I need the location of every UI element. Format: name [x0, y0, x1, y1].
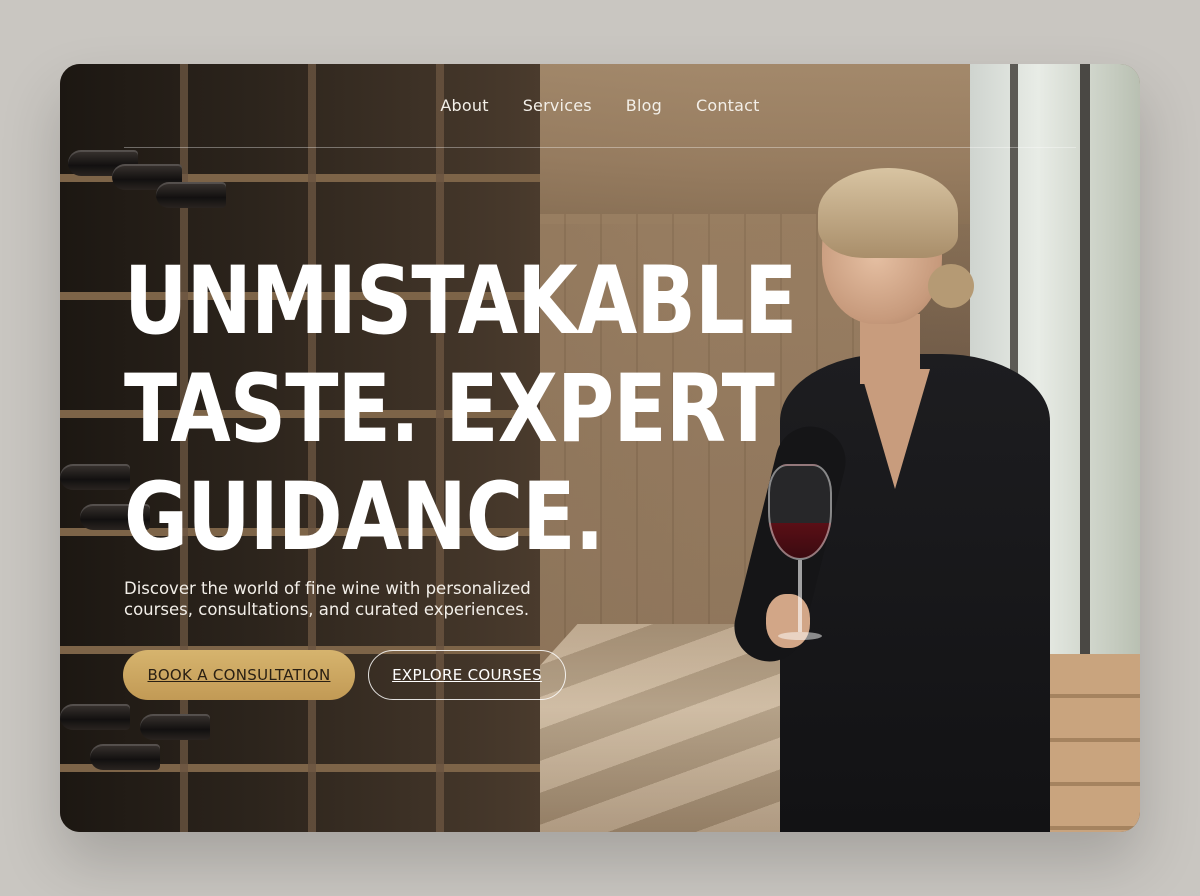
- hero-headline: UNMISTAKABLE TASTE. EXPERT GUIDANCE.: [124, 247, 797, 572]
- wine-bottle: [60, 464, 130, 490]
- explore-courses-button[interactable]: EXPLORE COURSES: [368, 650, 566, 700]
- wine-bottle: [90, 744, 160, 770]
- wine-bottle: [140, 714, 210, 740]
- nav-link-blog[interactable]: Blog: [626, 96, 662, 115]
- headline-line-3: GUIDANCE.: [124, 463, 604, 572]
- nav-link-contact[interactable]: Contact: [696, 96, 760, 115]
- nav-link-about[interactable]: About: [440, 96, 488, 115]
- wine-bottle: [156, 182, 226, 208]
- hero-card: About Services Blog Contact UNMISTAKABLE…: [60, 64, 1140, 832]
- headline-line-2: TASTE. EXPERT: [124, 355, 775, 464]
- nav-divider: [124, 147, 1076, 148]
- headline-line-1: UNMISTAKABLE: [124, 247, 797, 356]
- book-consultation-button[interactable]: BOOK A CONSULTATION: [123, 650, 355, 700]
- wine-bottle: [60, 704, 130, 730]
- wine-glass: [760, 464, 840, 644]
- nav-link-services[interactable]: Services: [523, 96, 592, 115]
- hero-subtitle: Discover the world of fine wine with per…: [124, 579, 531, 619]
- top-nav: About Services Blog Contact: [60, 96, 1140, 115]
